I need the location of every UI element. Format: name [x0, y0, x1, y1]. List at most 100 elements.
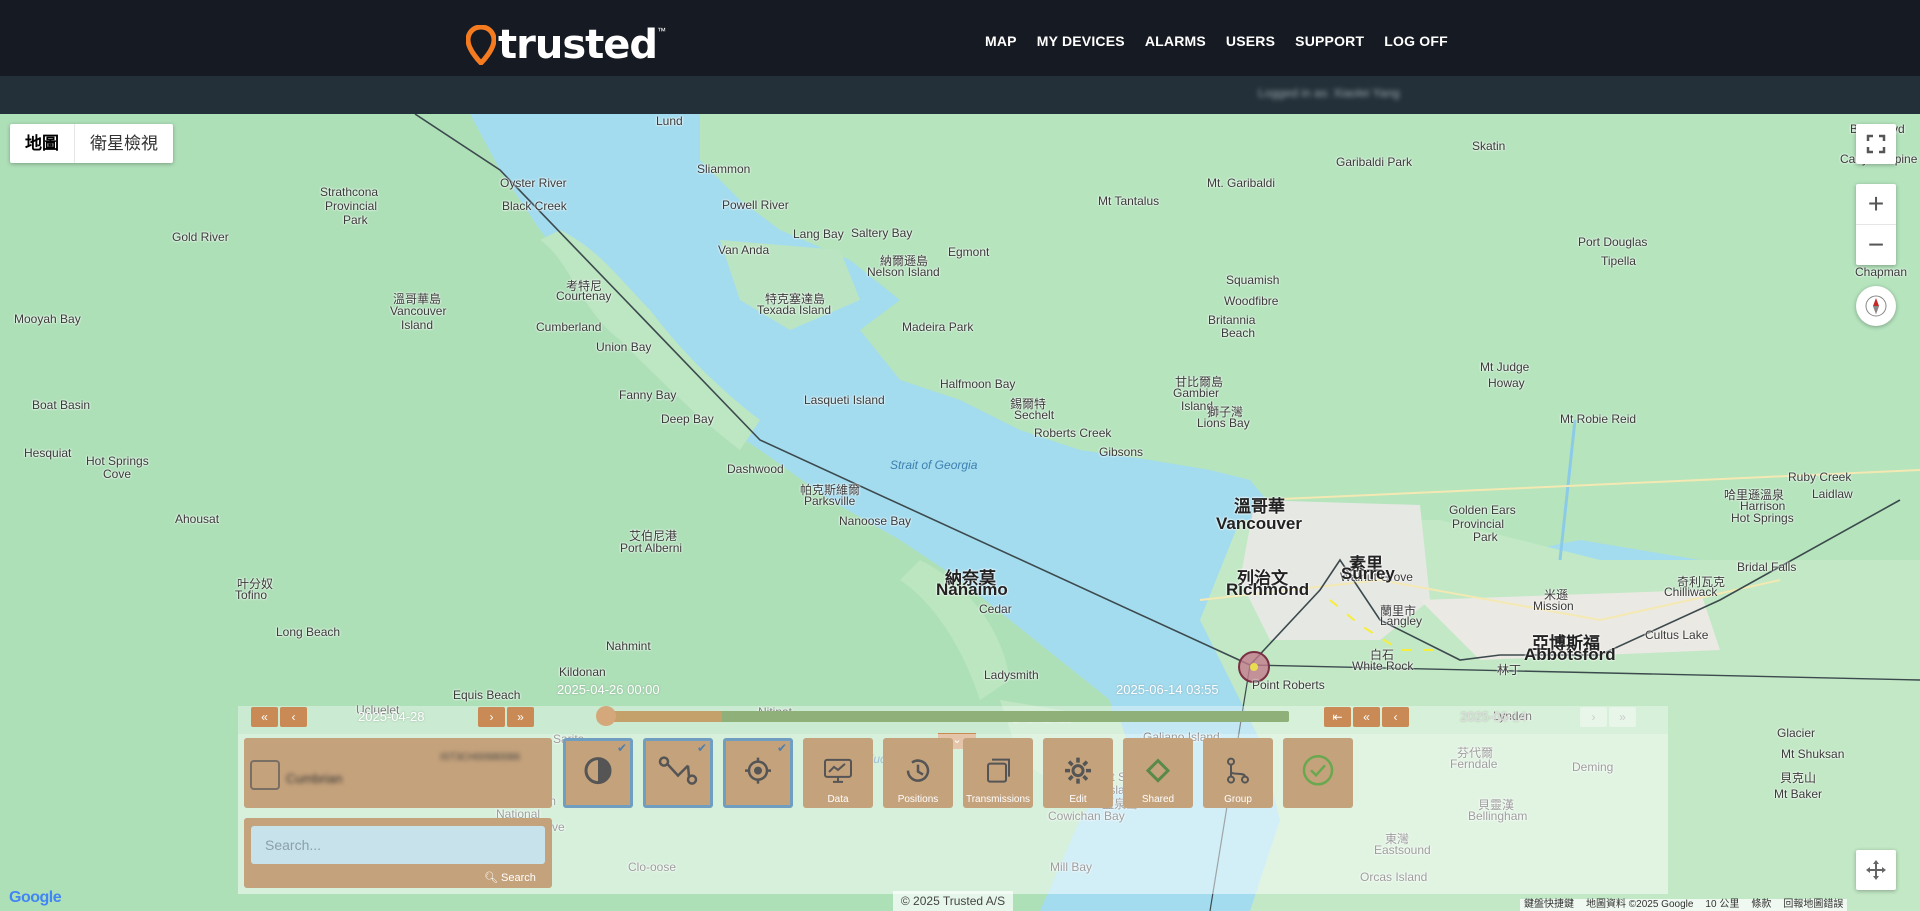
- map-place-label: Gambier: [1173, 386, 1220, 400]
- map-place-label: Hot Springs: [1731, 511, 1794, 525]
- map-place-label: Laidlaw: [1812, 487, 1853, 501]
- search-button-label: Search: [501, 872, 536, 884]
- map-place-label: Abbotsford: [1524, 645, 1616, 664]
- map-place-label: Richmond: [1226, 580, 1310, 599]
- map-place-label: Mooyah Bay: [14, 312, 81, 326]
- tool-button-contrast[interactable]: ✔: [563, 738, 633, 808]
- compass-button[interactable]: [1856, 286, 1896, 326]
- map-place-label: Lasqueti Island: [804, 393, 885, 407]
- timeline-left-date: 2025-04-28: [358, 709, 425, 724]
- tool-button-ok[interactable]: [1283, 738, 1353, 808]
- map-type-satellite[interactable]: 衛星檢視: [75, 124, 173, 163]
- map-place-label: Nanaimo: [936, 580, 1008, 599]
- nav-alarms[interactable]: ALARMS: [1145, 33, 1206, 49]
- tool-button-positions[interactable]: Positions: [883, 738, 953, 808]
- compass-icon: [1865, 295, 1887, 317]
- map-place-label: Squamish: [1226, 273, 1280, 287]
- timeline-back-fast-button[interactable]: «: [1353, 707, 1380, 727]
- tool-label: Group: [1224, 794, 1252, 805]
- map-place-label: Surrey: [1341, 564, 1395, 583]
- search-button[interactable]: 🔍︎ Search: [484, 871, 536, 884]
- keyboard-shortcuts-link[interactable]: 鍵盤快捷鍵: [1524, 899, 1574, 911]
- map-place-label: Glacier: [1777, 726, 1816, 740]
- map-place-label: Oyster River: [500, 176, 567, 190]
- map-place-label: Garibaldi Park: [1336, 155, 1413, 169]
- map-place-label: Van Anda: [718, 243, 770, 257]
- logo-text: trusted: [498, 22, 658, 68]
- map-place-label: Chilliwack: [1664, 585, 1718, 599]
- zoom-in-button[interactable]: +: [1856, 185, 1896, 225]
- map-place-label: Port Alberni: [620, 541, 683, 555]
- timeline-slider-handle[interactable]: [596, 706, 616, 726]
- map-place-label: Saltery Bay: [851, 226, 913, 240]
- map-place-label: Island: [401, 318, 434, 332]
- fullscreen-button[interactable]: [1856, 124, 1896, 164]
- tool-button-data[interactable]: Data: [803, 738, 873, 808]
- map-place-label: Sliammon: [697, 162, 751, 176]
- zoom-out-button[interactable]: −: [1856, 225, 1896, 265]
- map-place-label: Ladysmith: [984, 668, 1039, 682]
- check-icon: ✔: [776, 741, 787, 755]
- tool-button-locate[interactable]: ✔: [723, 738, 793, 808]
- device-serial: IST3CH00980086: [440, 752, 521, 763]
- map-place-label: Mt Tantalus: [1098, 194, 1160, 208]
- map-place-label: Bridal Falls: [1737, 560, 1797, 574]
- timeline-last-button[interactable]: »: [507, 707, 534, 727]
- map-place-label: Gold River: [172, 230, 229, 244]
- map-place-label: Nahmint: [606, 639, 651, 653]
- tool-button-edit[interactable]: Edit: [1043, 738, 1113, 808]
- tool-button-route[interactable]: ✔: [643, 738, 713, 808]
- timeline-reset-button[interactable]: ⇤: [1324, 707, 1351, 727]
- map-place-label: Halfmoon Bay: [940, 377, 1016, 391]
- map-place-label: Equis Beach: [453, 688, 521, 702]
- timeline-first-button[interactable]: «: [251, 707, 278, 727]
- search-input[interactable]: [251, 826, 545, 864]
- tool-label: Data: [827, 794, 849, 805]
- top-bar: trusted ™ MAP MY DEVICES ALARMS USERS SU…: [0, 0, 1920, 76]
- terms-link[interactable]: 條款: [1751, 899, 1771, 911]
- map-place-label: Lions Bay: [1197, 416, 1250, 430]
- map-place-label: Port Douglas: [1578, 235, 1648, 249]
- map-data-credit: 地圖資料 ©2025 Google: [1586, 899, 1694, 910]
- nav-map[interactable]: MAP: [985, 33, 1017, 49]
- pegman-button[interactable]: [1856, 850, 1896, 890]
- map-place-label: Provincial: [1452, 517, 1505, 531]
- map-place-label: Mt Shuksan: [1781, 747, 1845, 761]
- logo-pin-icon: [466, 25, 496, 65]
- map-place-label: Provincial: [325, 199, 378, 213]
- tool-button-transmissions[interactable]: Transmissions: [963, 738, 1033, 808]
- nav-users[interactable]: USERS: [1226, 33, 1275, 49]
- tool-button-group[interactable]: Group: [1203, 738, 1273, 808]
- map-place-label: Park: [343, 213, 368, 227]
- timeline-forward-button[interactable]: ›: [1580, 707, 1607, 727]
- map-place-label: Ahousat: [175, 512, 220, 526]
- tool-button-shared[interactable]: Shared: [1123, 738, 1193, 808]
- timeline-next-button[interactable]: ›: [478, 707, 505, 727]
- report-error-link[interactable]: 回報地圖錯誤: [1783, 899, 1843, 911]
- map-place-label: Fanny Bay: [619, 388, 677, 402]
- map-type-map[interactable]: 地圖: [10, 124, 75, 163]
- map-place-label: Golden Ears: [1449, 503, 1516, 517]
- device-icon: [250, 760, 280, 790]
- map-place-label: Chapman: [1855, 265, 1908, 279]
- timeline-prev-button[interactable]: ‹: [280, 707, 307, 727]
- map-place-label: Lang Bay: [793, 227, 844, 241]
- map-place-label: Britannia: [1208, 313, 1256, 327]
- device-name: Cumbrian: [286, 771, 343, 786]
- nav-log-off[interactable]: LOG OFF: [1384, 33, 1448, 49]
- trusted-logo[interactable]: trusted ™: [466, 22, 666, 68]
- map-place-label: Mt. Garibaldi: [1207, 176, 1276, 190]
- map-place-label: Madeira Park: [902, 320, 974, 334]
- map-place-label: Sechelt: [1014, 408, 1055, 422]
- fullscreen-icon: [1866, 134, 1886, 154]
- timeline-forward-fast-button[interactable]: »: [1609, 707, 1636, 727]
- copyright: © 2025 Trusted A/S: [893, 891, 1013, 911]
- map-place-label: Mt Judge: [1480, 360, 1530, 374]
- timeline-end-label: 2025-06-14 03:55: [1116, 682, 1219, 697]
- timeline-back-button[interactable]: ‹: [1382, 707, 1409, 727]
- nav-support[interactable]: SUPPORT: [1295, 33, 1364, 49]
- map-place-label: Black Creek: [502, 199, 567, 213]
- map-place-label: Powell River: [722, 198, 789, 212]
- map-place-label: Texada Island: [757, 303, 832, 317]
- nav-my-devices[interactable]: MY DEVICES: [1037, 33, 1125, 49]
